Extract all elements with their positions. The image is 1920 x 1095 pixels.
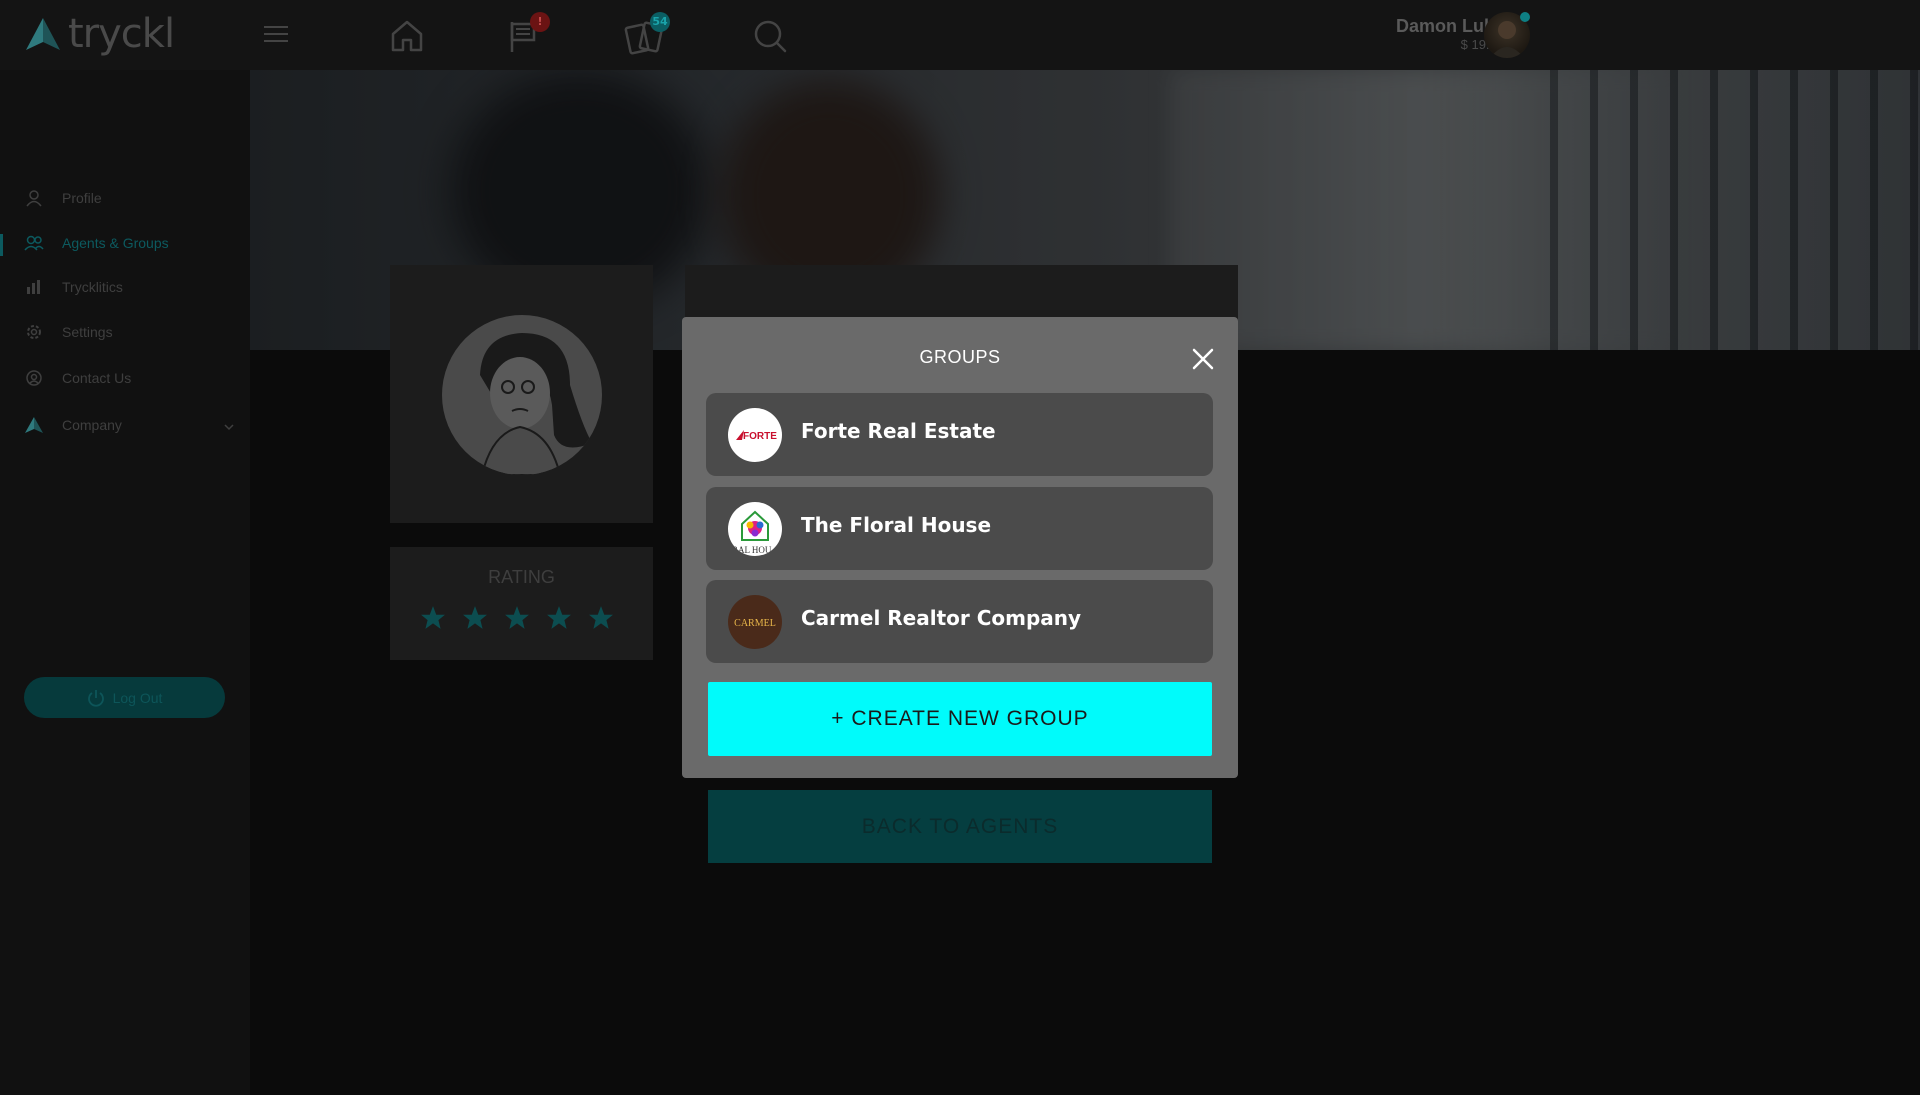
sidebar-item-label: Trycklitics (62, 279, 123, 295)
star-icon (547, 606, 571, 629)
star-icon (463, 606, 487, 629)
sidebar-item-agents-groups[interactable]: Agents & Groups (24, 229, 169, 257)
notification-badge: ! (530, 12, 550, 32)
online-status-dot (1520, 12, 1530, 22)
group-logo-text: RAL HOU (732, 545, 772, 555)
group-name: Forte Real Estate (801, 419, 996, 443)
create-new-group-button[interactable]: + CREATE NEW GROUP (708, 682, 1212, 756)
cartoon-avatar-icon (480, 333, 592, 475)
agent-info-card (685, 265, 1238, 325)
back-to-agents-button[interactable]: BACK TO AGENTS (708, 790, 1212, 863)
rating-card: RATING (390, 547, 653, 660)
sidebar-item-label: Profile (62, 190, 102, 206)
nav-cards[interactable]: 54 (624, 12, 670, 56)
sidebar-item-label: Company (62, 417, 122, 433)
power-icon (87, 689, 104, 707)
floral-house-logo: RAL HOU (728, 502, 782, 556)
agents-icon (24, 233, 44, 253)
nav-flag[interactable]: ! (504, 12, 550, 56)
chart-icon (24, 277, 44, 297)
sidebar: Profile Agents & Groups Trycklitics Sett… (0, 70, 250, 1095)
logout-label: Log Out (112, 689, 163, 706)
company-logo-icon (24, 415, 44, 435)
contact-icon (24, 368, 44, 388)
search-icon (754, 20, 787, 53)
brand-logo[interactable]: tryckl (24, 11, 175, 57)
nav-home[interactable] (387, 16, 427, 56)
rating-label: RATING (488, 567, 555, 587)
group-item-forte[interactable]: FORTE Forte Real Estate (706, 393, 1213, 476)
active-indicator (0, 234, 3, 256)
star-icon (421, 606, 445, 629)
star-icon (505, 606, 529, 629)
sidebar-item-trycklitics[interactable]: Trycklitics (24, 273, 123, 301)
forte-logo: FORTE (728, 408, 782, 462)
sidebar-item-settings[interactable]: Settings (24, 318, 113, 346)
group-item-carmel[interactable]: CARMEL Carmel Realtor Company (706, 580, 1213, 663)
top-bar: tryckl ! 54 Damon Luke $ 19.75 (0, 0, 1920, 70)
chevron-down-icon[interactable] (224, 422, 234, 432)
group-logo-text: FORTE (743, 431, 777, 442)
group-name: The Floral House (801, 513, 992, 537)
brand-name: tryckl (68, 11, 175, 57)
hamburger-icon[interactable] (264, 26, 288, 44)
user-icon (24, 188, 44, 208)
nav-search[interactable] (750, 16, 790, 56)
gear-icon (24, 322, 44, 342)
cards-badge: 54 (650, 12, 670, 32)
star-icon (589, 606, 613, 629)
tryckl-logo-icon (26, 18, 60, 50)
sidebar-item-label: Contact Us (62, 370, 132, 386)
profile-card (390, 265, 653, 523)
home-icon (391, 20, 423, 52)
sidebar-item-label: Settings (62, 324, 113, 340)
sidebar-item-profile[interactable]: Profile (24, 184, 102, 212)
groups-modal: GROUPS FORTE Forte Real Estate RAL HOU T… (682, 317, 1238, 778)
carmel-logo: CARMEL (728, 595, 782, 649)
sidebar-item-company[interactable]: Company (24, 411, 122, 439)
group-logo-text: CARMEL (734, 618, 776, 629)
close-icon[interactable] (1191, 347, 1215, 371)
profile-avatar (442, 315, 602, 475)
sidebar-item-contact-us[interactable]: Contact Us (24, 364, 131, 392)
sidebar-item-label: Agents & Groups (62, 235, 169, 251)
logout-button[interactable]: Log Out (24, 677, 225, 718)
group-item-floral-house[interactable]: RAL HOU The Floral House (706, 487, 1213, 570)
modal-title: GROUPS (919, 347, 1001, 367)
rating-stars (420, 605, 614, 631)
group-name: Carmel Realtor Company (801, 606, 1082, 630)
app-root: tryckl ! 54 Damon Luke $ 19.75 Profile A… (0, 0, 1920, 1095)
